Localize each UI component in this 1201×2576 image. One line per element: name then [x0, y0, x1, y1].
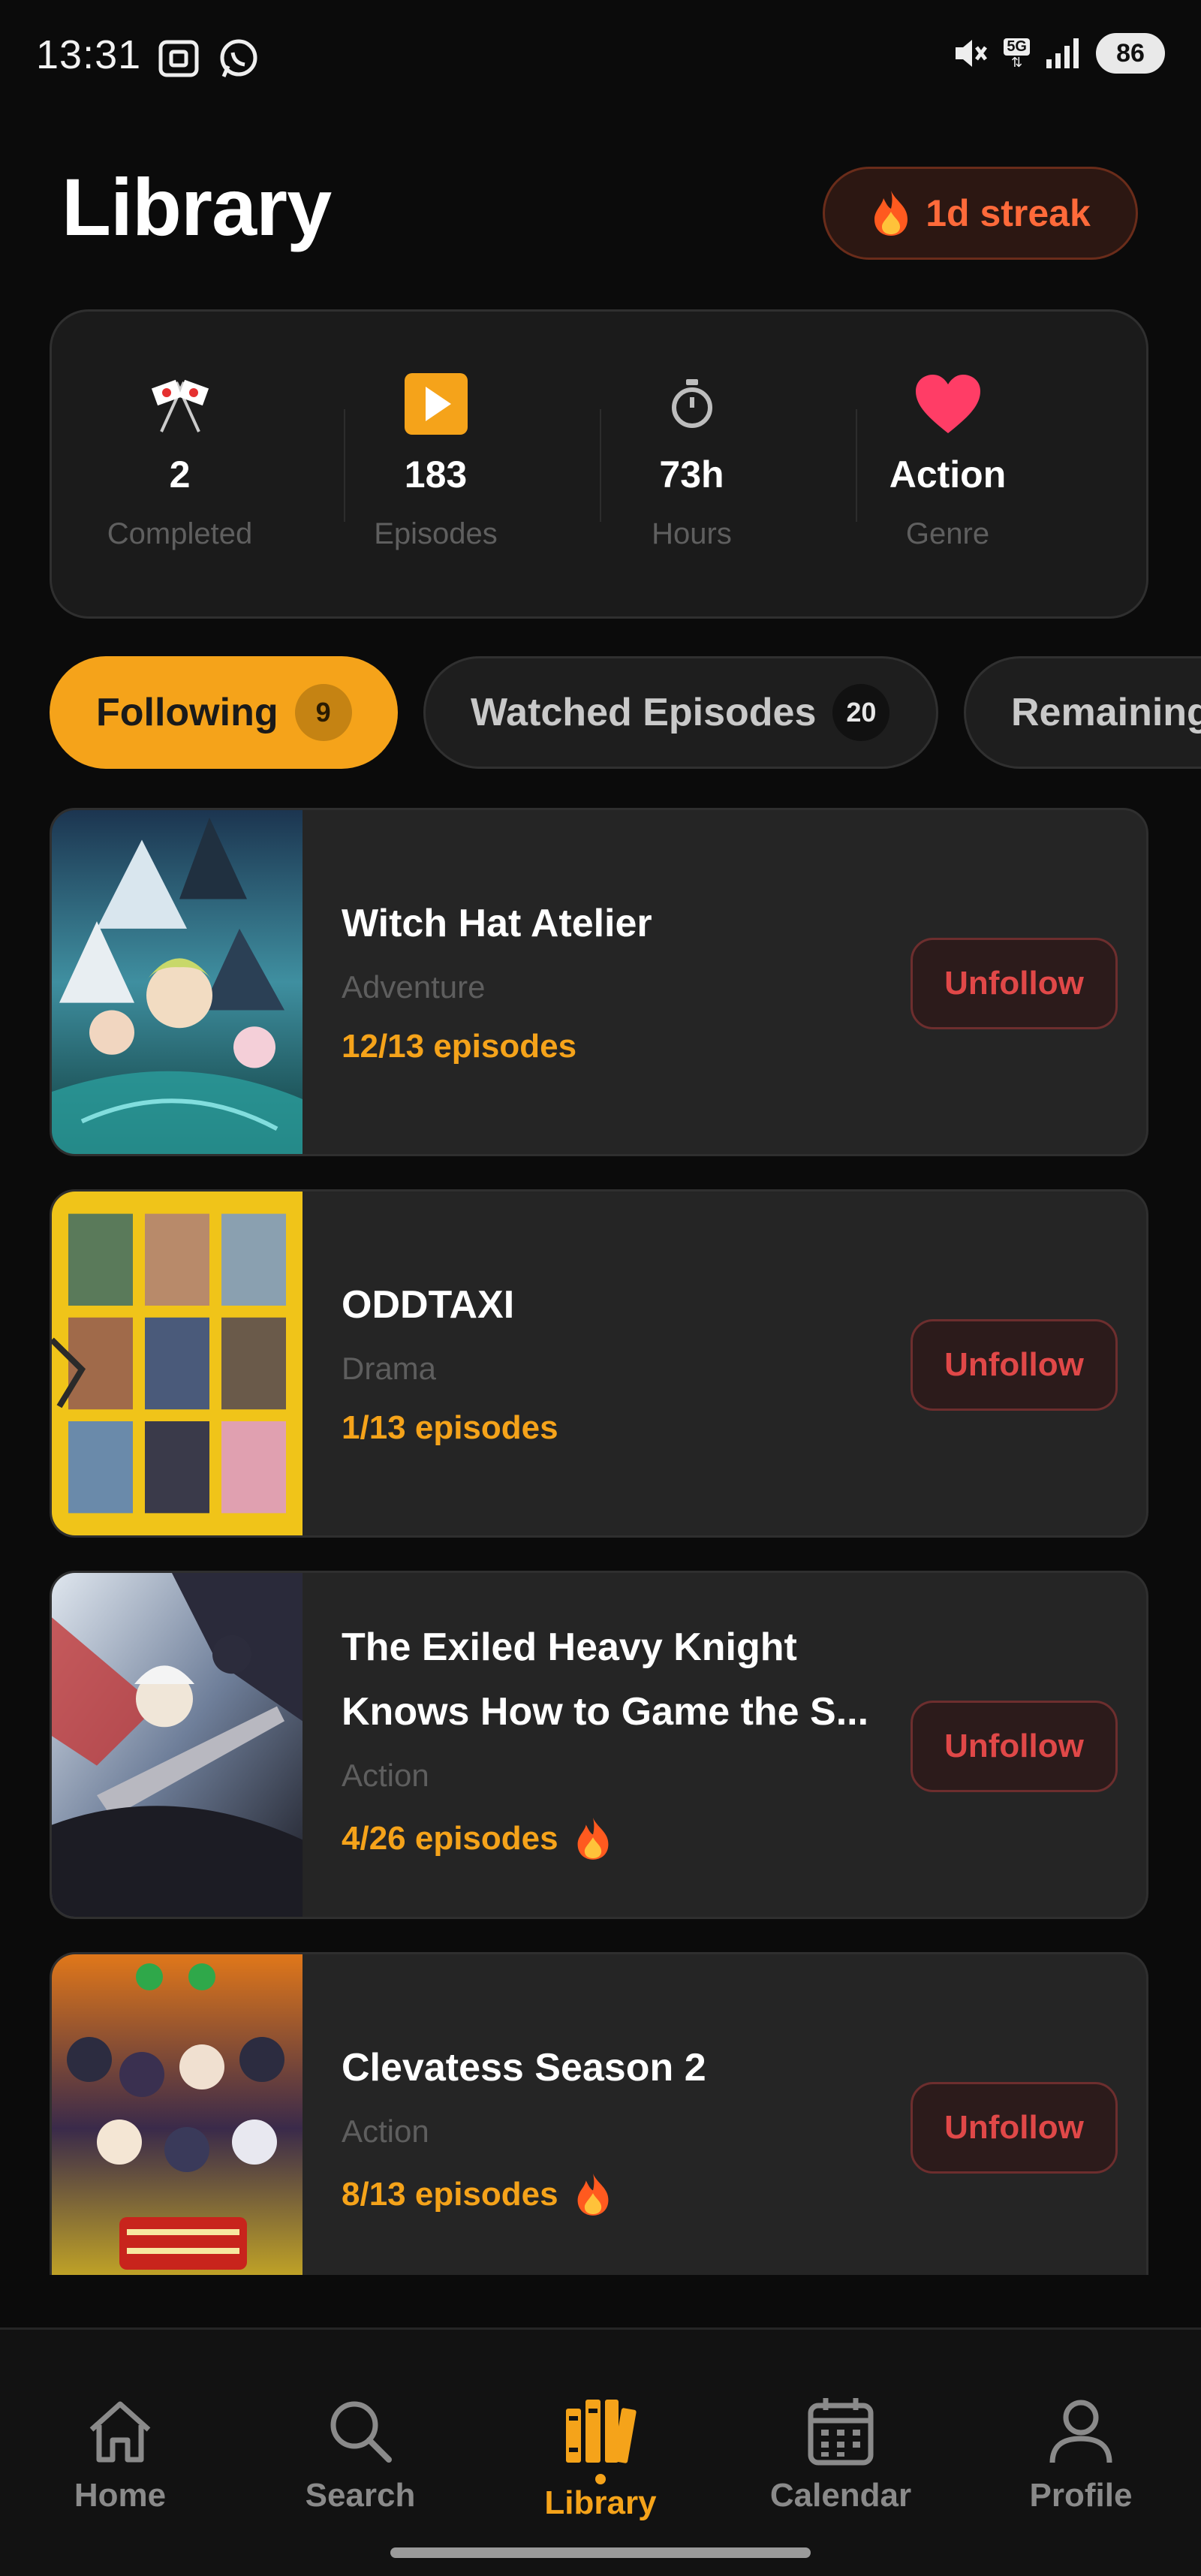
heart-icon	[914, 372, 982, 436]
whatsapp-icon	[220, 39, 257, 77]
anime-card[interactable]: The Exiled Heavy Knight Knows How to Gam…	[50, 1571, 1148, 1919]
streak-label: 1d streak	[926, 192, 1091, 234]
progress-text: 8/13 episodes	[342, 2176, 558, 2213]
tab-count-badge: 20	[832, 684, 890, 741]
library-icon	[561, 2390, 640, 2472]
stat-completed: 2 Completed	[52, 312, 308, 616]
nav-label: Home	[74, 2477, 167, 2514]
anime-genre: Action	[342, 1758, 429, 1793]
data-arrows-icon: ⇅	[1011, 54, 1023, 70]
page-title: Library	[62, 161, 332, 252]
anime-progress: 12/13 episodes	[342, 1028, 927, 1065]
unfollow-button[interactable]: Unfollow	[911, 938, 1118, 1029]
nav-library[interactable]: Library	[480, 2390, 721, 2540]
anime-info: Clevatess Season 2 Action 8/13 episodes	[342, 1954, 927, 2275]
anime-genre: Action	[342, 2114, 429, 2149]
screenshot-icon	[158, 40, 199, 77]
anime-info: ODDTAXI Drama 1/13 episodes	[342, 1192, 927, 1535]
network-label: 5G	[1004, 38, 1030, 56]
anime-progress: 8/13 episodes	[342, 2172, 927, 2217]
stat-value: 73h	[659, 453, 724, 496]
unfollow-button[interactable]: Unfollow	[911, 1701, 1118, 1792]
progress-text: 4/26 episodes	[342, 1820, 558, 1857]
fire-icon	[874, 191, 908, 236]
anime-title: Clevatess Season 2	[342, 2046, 706, 2089]
nav-profile[interactable]: Profile	[961, 2390, 1201, 2540]
anime-card[interactable]: Witch Hat Atelier Adventure 12/13 episod…	[50, 808, 1148, 1156]
home-icon	[83, 2390, 158, 2472]
nav-home[interactable]: Home	[0, 2390, 240, 2540]
anime-genre: Drama	[342, 1351, 437, 1386]
unfollow-button[interactable]: Unfollow	[911, 1319, 1118, 1411]
stat-label: Hours	[652, 517, 732, 550]
home-indicator[interactable]	[390, 2547, 811, 2558]
nav-calendar[interactable]: Calendar	[721, 2390, 961, 2540]
play-button-icon	[403, 372, 469, 436]
stopwatch-icon	[668, 372, 716, 436]
anime-info: Witch Hat Atelier Adventure 12/13 episod…	[342, 810, 927, 1154]
nav-search[interactable]: Search	[240, 2390, 480, 2540]
crossed-flags-icon	[148, 372, 212, 436]
anime-cover-image	[52, 810, 303, 1154]
nav-label: Profile	[1029, 2477, 1133, 2514]
anime-title: ODDTAXI	[342, 1283, 515, 1327]
stat-label: Episodes	[374, 517, 498, 550]
filter-tabs: Following 9 Watched Episodes 20 Remainin…	[50, 656, 1201, 769]
anime-cover-image	[52, 1954, 303, 2275]
stat-label: Completed	[107, 517, 253, 550]
unfollow-button[interactable]: Unfollow	[911, 2082, 1118, 2174]
status-bar: 13:31 5G ⇅ 86	[0, 0, 1201, 113]
tab-count-badge: 9	[294, 684, 352, 741]
bottom-navigation: Home Search Library Calendar Profile	[0, 2327, 1201, 2576]
anime-progress: 4/26 episodes	[342, 1816, 927, 1861]
tab-watched-episodes[interactable]: Watched Episodes 20	[423, 656, 938, 769]
anime-cover-image	[52, 1573, 303, 1917]
battery-indicator: 86	[1096, 33, 1165, 74]
tab-label: Watched Episodes	[471, 691, 817, 734]
stat-genre: Action Genre	[820, 312, 1076, 616]
anime-title: Witch Hat Atelier	[342, 902, 652, 945]
mute-icon	[956, 40, 988, 67]
stat-value: 2	[169, 453, 191, 496]
stat-hours: 73h Hours	[564, 312, 820, 616]
tab-label: Remaining	[1011, 691, 1201, 734]
anime-genre: Adventure	[342, 969, 486, 1005]
nav-label: Library	[544, 2484, 657, 2521]
anime-card[interactable]: ODDTAXI Drama 1/13 episodes Unfollow	[50, 1189, 1148, 1538]
tab-remaining[interactable]: Remaining	[964, 656, 1201, 769]
streak-badge[interactable]: 1d streak	[823, 167, 1138, 260]
fire-icon	[577, 2174, 609, 2216]
fire-icon	[577, 1818, 609, 1860]
anime-cover-image	[52, 1192, 303, 1535]
stat-value: Action	[889, 453, 1007, 496]
calendar-icon	[803, 2390, 878, 2472]
progress-text: 12/13 episodes	[342, 1028, 577, 1065]
tab-following[interactable]: Following 9	[50, 656, 398, 769]
stat-episodes: 183 Episodes	[308, 312, 564, 616]
status-left-icons	[156, 36, 261, 81]
stat-label: Genre	[905, 517, 990, 550]
anime-card[interactable]: Clevatess Season 2 Action 8/13 episodes …	[50, 1952, 1148, 2275]
anime-info: The Exiled Heavy Knight Knows How to Gam…	[342, 1573, 927, 1917]
anime-title: The Exiled Heavy Knight Knows How to Gam…	[342, 1625, 869, 1734]
progress-text: 1/13 episodes	[342, 1409, 558, 1446]
status-time: 13:31	[36, 32, 142, 77]
search-icon	[323, 2390, 398, 2472]
signal-icon	[1046, 38, 1079, 68]
stats-card: 2 Completed 183 Episodes 73h Hours Actio…	[50, 309, 1148, 619]
network-5g-icon: 5G ⇅	[1004, 38, 1030, 69]
stat-value: 183	[404, 453, 468, 496]
status-right-icons: 5G ⇅ 86	[951, 33, 1165, 74]
tab-label: Following	[96, 691, 278, 734]
nav-label: Search	[305, 2477, 416, 2514]
profile-icon	[1043, 2390, 1118, 2472]
active-indicator-dot	[595, 2474, 606, 2484]
nav-label: Calendar	[769, 2477, 912, 2514]
anime-progress: 1/13 episodes	[342, 1409, 927, 1447]
